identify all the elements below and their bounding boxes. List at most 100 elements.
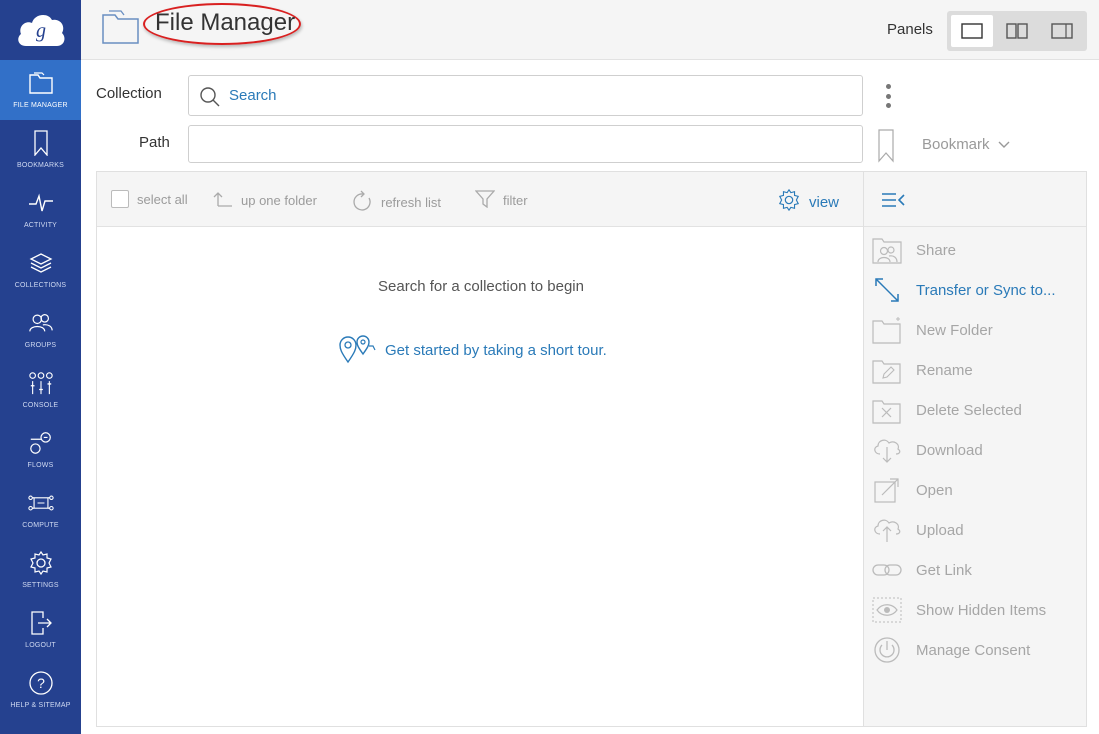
- rename-icon: [872, 355, 902, 385]
- open-label: Open: [916, 481, 953, 499]
- single-panel-button[interactable]: [951, 15, 993, 47]
- sidebar-item-collections[interactable]: COLLECTIONS: [0, 240, 81, 300]
- sidebar-item-help[interactable]: ? HELP & SITEMAP: [0, 660, 81, 720]
- sidebar-item-groups[interactable]: GROUPS: [0, 300, 81, 360]
- transfer-action[interactable]: Transfer or Sync to...: [872, 274, 1082, 306]
- share-label: Share: [916, 241, 957, 259]
- sidebar-item-label: FILE MANAGER: [13, 102, 68, 109]
- bookmark-icon: [28, 130, 54, 156]
- view-label: view: [809, 193, 840, 211]
- new-folder-action[interactable]: New Folder: [872, 314, 1082, 346]
- upload-action[interactable]: Upload: [872, 514, 1082, 546]
- manage-consent-action[interactable]: Manage Consent: [872, 634, 1082, 666]
- folder-icon: [101, 9, 141, 50]
- refresh-icon: [353, 190, 373, 215]
- view-button[interactable]: view: [777, 188, 839, 216]
- share-icon: [872, 235, 902, 265]
- filter-button[interactable]: filter: [474, 190, 528, 211]
- collapse-panel-icon[interactable]: [880, 190, 906, 215]
- search-icon: [199, 86, 221, 113]
- delete-selected-action[interactable]: Delete Selected: [872, 394, 1082, 426]
- select-all-checkbox[interactable]: [111, 190, 129, 208]
- sidebar-item-activity[interactable]: ACTIVITY: [0, 180, 81, 240]
- help-icon: ?: [28, 670, 54, 696]
- share-action[interactable]: Share: [872, 234, 1082, 266]
- panels-label: Panels: [887, 21, 933, 38]
- download-icon: [872, 435, 902, 465]
- globus-logo[interactable]: g: [0, 0, 81, 60]
- header: File Manager Panels: [81, 0, 1099, 60]
- actions-panel: Share Transfer or Sync to... New Folder …: [863, 171, 1087, 727]
- filter-icon: [474, 190, 496, 211]
- sidebar-item-label: GROUPS: [24, 342, 57, 349]
- collection-search-input[interactable]: Search: [188, 75, 863, 116]
- sidebar-item-settings[interactable]: SETTINGS: [0, 540, 81, 600]
- path-label: Path: [139, 134, 170, 151]
- sidebar-item-logout[interactable]: LOGOUT: [0, 600, 81, 660]
- sidebar-item-label: ACTIVITY: [23, 222, 58, 229]
- more-options-button[interactable]: [878, 82, 898, 110]
- sidebar-item-file-manager[interactable]: FILE MANAGER: [0, 60, 81, 120]
- upload-icon: [872, 515, 902, 545]
- map-pins-icon: [337, 332, 377, 368]
- panels-toggle: [947, 11, 1087, 51]
- app: g FILE MANAGER BOOKMARKS ACTIVITY COLLEC…: [0, 0, 1099, 734]
- search-placeholder: Search: [229, 87, 277, 104]
- compute-icon: [27, 490, 54, 516]
- select-all-button[interactable]: select all: [111, 190, 188, 208]
- chevron-down-icon: [998, 136, 1010, 153]
- settings-icon: [28, 550, 54, 576]
- rename-action[interactable]: Rename: [872, 354, 1082, 386]
- sidebar-item-label: CONSOLE: [22, 402, 59, 409]
- open-action[interactable]: Open: [872, 474, 1082, 506]
- logout-icon: [28, 610, 54, 636]
- sidebar-item-label: BOOKMARKS: [17, 162, 64, 169]
- up-folder-icon: [213, 190, 233, 211]
- groups-icon: [28, 310, 54, 336]
- bookmark-icon[interactable]: [878, 129, 894, 168]
- bookmark-dropdown[interactable]: Bookmark: [922, 136, 1010, 153]
- refresh-list-label: refresh list: [381, 195, 441, 210]
- sidebar-item-compute[interactable]: COMPUTE: [0, 480, 81, 540]
- sidebar-item-label: SETTINGS: [22, 582, 59, 589]
- flows-icon: [28, 430, 54, 456]
- open-icon: [872, 475, 902, 505]
- sidebar: g FILE MANAGER BOOKMARKS ACTIVITY COLLEC…: [0, 0, 81, 734]
- power-icon: [872, 635, 902, 665]
- get-link-action[interactable]: Get Link: [872, 554, 1082, 586]
- refresh-list-button[interactable]: refresh list: [353, 190, 441, 215]
- link-icon: [872, 555, 902, 585]
- tour-link-label: Get started by taking a short tour.: [385, 341, 607, 359]
- path-input[interactable]: [188, 125, 863, 163]
- gear-icon: [777, 188, 801, 216]
- delete-icon: [872, 395, 902, 425]
- dual-panel-button[interactable]: [996, 15, 1038, 47]
- up-one-folder-button[interactable]: up one folder: [213, 190, 317, 211]
- page-title: File Manager: [155, 9, 296, 36]
- file-toolbar: select all up one folder refresh list fi…: [97, 172, 864, 227]
- download-action[interactable]: Download: [872, 434, 1082, 466]
- folder-icon: [28, 70, 54, 96]
- sidebar-item-console[interactable]: CONSOLE: [0, 360, 81, 420]
- sidebar-item-label: COMPUTE: [22, 522, 59, 529]
- select-all-label: select all: [137, 191, 188, 207]
- sidebar-item-flows[interactable]: FLOWS: [0, 420, 81, 480]
- bookmark-label: Bookmark: [922, 136, 990, 153]
- download-label: Download: [916, 441, 983, 459]
- transfer-label: Transfer or Sync to...: [916, 281, 1056, 299]
- activity-icon: [28, 190, 54, 216]
- file-list-panel: select all up one folder refresh list fi…: [96, 171, 864, 727]
- collection-label: Collection: [96, 85, 162, 102]
- collections-icon: [28, 250, 54, 276]
- svg-text:?: ?: [37, 675, 45, 691]
- sidebar-item-label: FLOWS: [27, 462, 54, 469]
- console-icon: [28, 370, 54, 396]
- show-hidden-items-action[interactable]: Show Hidden Items: [872, 594, 1082, 626]
- delete-selected-label: Delete Selected: [916, 401, 1022, 419]
- new-folder-icon: [872, 315, 902, 345]
- tour-link[interactable]: Get started by taking a short tour.: [337, 332, 607, 368]
- eye-icon: [872, 595, 902, 625]
- sidebar-item-bookmarks[interactable]: BOOKMARKS: [0, 120, 81, 180]
- show-hidden-items-label: Show Hidden Items: [916, 601, 1047, 619]
- actions-panel-button[interactable]: [1041, 15, 1083, 47]
